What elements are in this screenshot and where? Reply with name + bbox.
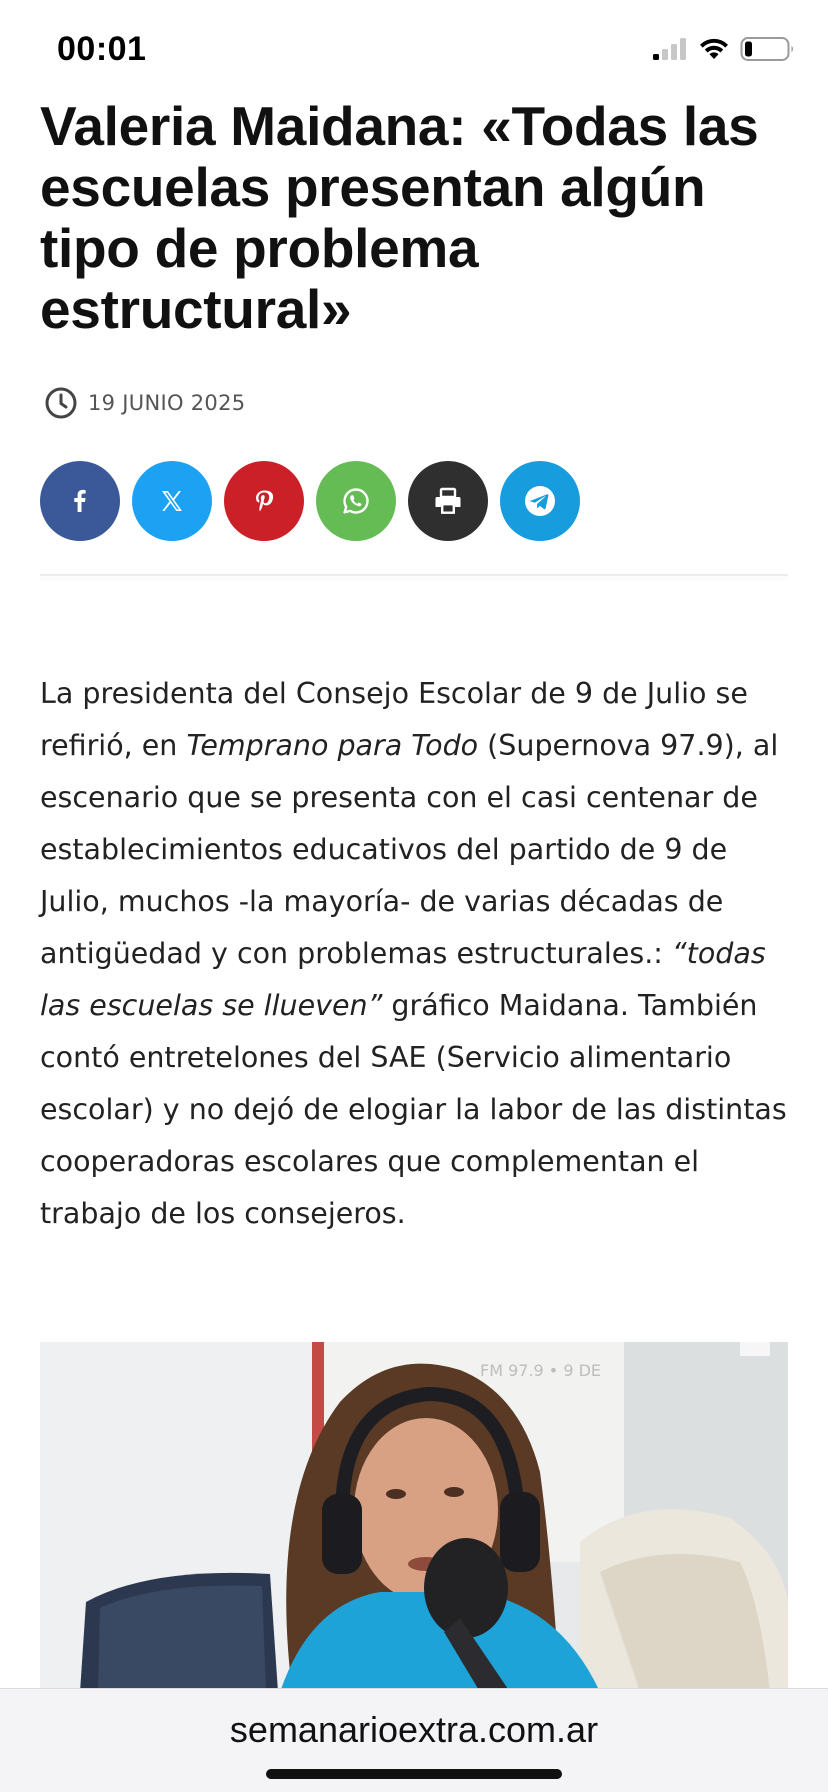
divider (40, 574, 788, 576)
signal-icon (653, 38, 686, 60)
article-date: 19 JUNIO 2025 (44, 386, 245, 420)
article-title: Valeria Maidana: «Todas las escuelas pre… (40, 95, 759, 340)
status-time: 00:01 (57, 30, 147, 68)
share-whatsapp-button[interactable] (316, 461, 396, 541)
photo-sign-text: FM 97.9 • 9 DE (480, 1361, 601, 1380)
body-text-segment: (Supernova 97.9), al escenario que se pr… (40, 729, 779, 970)
body-text-segment: gráfico Maidana. También contó entretelo… (40, 989, 787, 1230)
share-telegram-button[interactable] (500, 461, 580, 541)
whatsapp-icon (343, 488, 369, 514)
article-photo: FM 97.9 • 9 DE (40, 1342, 788, 1692)
program-name: Temprano para Todo (186, 729, 479, 762)
pinterest-icon (256, 490, 274, 512)
print-button[interactable] (408, 461, 488, 541)
share-pinterest-button[interactable] (224, 461, 304, 541)
battery-icon (740, 37, 793, 61)
article-body: La presidenta del Consejo Escolar de 9 d… (40, 668, 800, 1240)
photo-illustration: FM 97.9 • 9 DE (40, 1342, 788, 1692)
address-bar-url[interactable]: semanarioextra.com.ar (0, 1709, 828, 1751)
share-buttons (40, 461, 580, 541)
share-x-button[interactable] (132, 461, 212, 541)
print-icon (435, 487, 461, 514)
date-text: 19 JUNIO 2025 (88, 391, 246, 415)
wifi-icon (700, 38, 728, 59)
telegram-icon (525, 486, 555, 516)
clock-icon (45, 387, 77, 419)
x-icon (162, 491, 182, 511)
status-icons (652, 34, 796, 64)
home-indicator[interactable] (266, 1769, 562, 1779)
status-bar: 00:01 (0, 0, 828, 100)
facebook-icon (74, 489, 86, 512)
share-facebook-button[interactable] (40, 461, 120, 541)
browser-bottom-bar: semanarioextra.com.ar (0, 1688, 828, 1792)
